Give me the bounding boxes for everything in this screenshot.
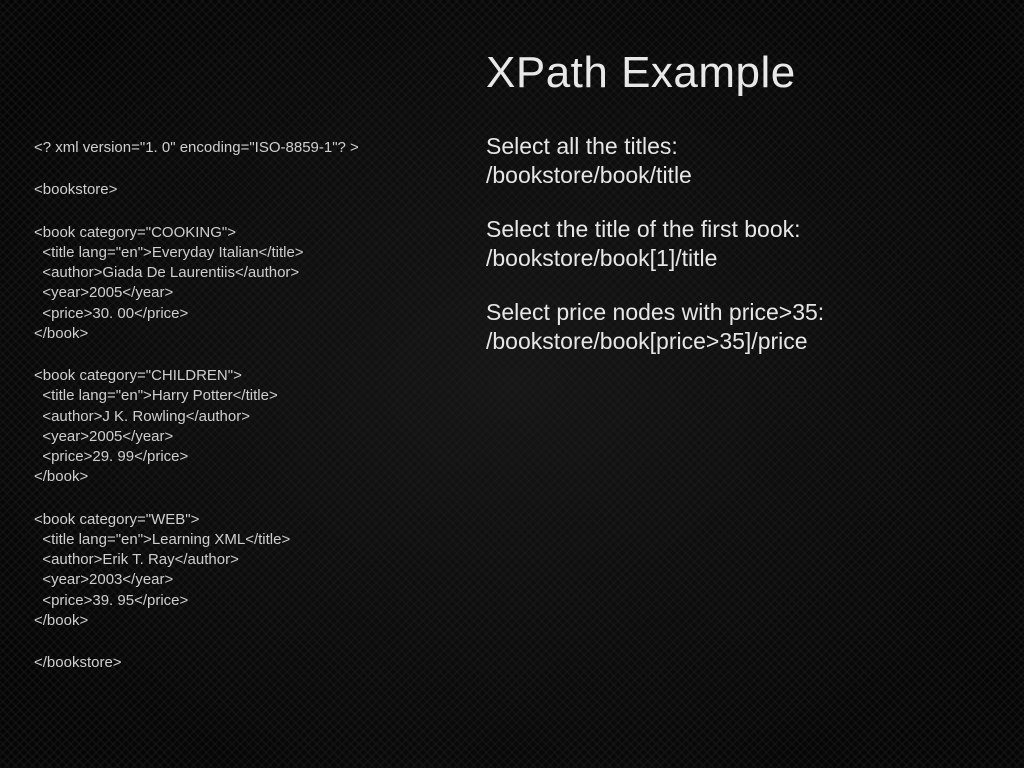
example-path: /bookstore/book[1]/title [486,244,966,273]
bookstore-close: </bookstore> [34,653,434,673]
book-block-1: <book category="CHILDREN"> <title lang="… [34,366,434,488]
example-label: Select price nodes with price>35: [486,298,966,327]
book-block-2: <book category="WEB"> <title lang="en">L… [34,510,434,632]
example-0: Select all the titles: /bookstore/book/t… [486,132,966,191]
example-path: /bookstore/book[price>35]/price [486,327,966,356]
slide-title: XPath Example [486,48,796,98]
example-1: Select the title of the first book: /boo… [486,215,966,274]
bookstore-open: <bookstore> [34,180,434,200]
xml-sample: <? xml version="1. 0" encoding="ISO-8859… [34,138,434,695]
example-path: /bookstore/book/title [486,161,966,190]
example-label: Select all the titles: [486,132,966,161]
examples-column: Select all the titles: /bookstore/book/t… [486,132,966,381]
example-2: Select price nodes with price>35: /books… [486,298,966,357]
xml-declaration: <? xml version="1. 0" encoding="ISO-8859… [34,138,434,158]
book-block-0: <book category="COOKING"> <title lang="e… [34,223,434,345]
example-label: Select the title of the first book: [486,215,966,244]
